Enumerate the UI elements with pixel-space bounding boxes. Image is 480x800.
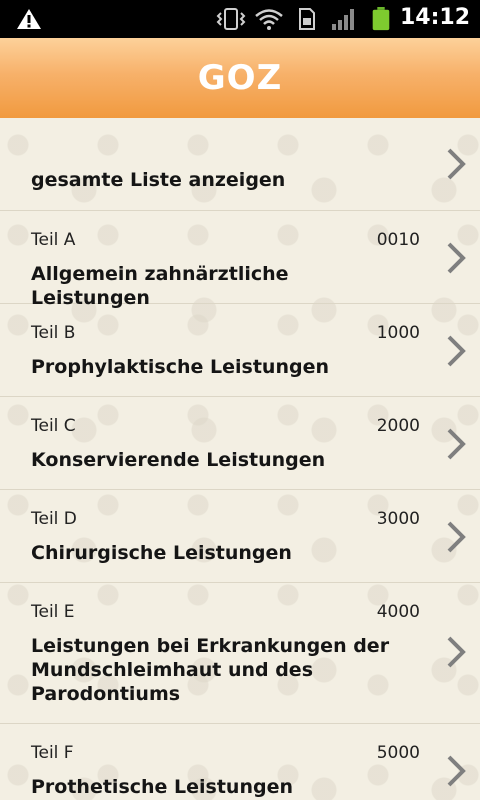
chevron-right-icon — [447, 755, 466, 787]
battery-icon — [372, 7, 390, 31]
chevron-right-icon — [447, 242, 466, 274]
app-header: GOZ — [0, 38, 480, 118]
page-title: GOZ — [197, 58, 283, 98]
chevron-right-icon — [447, 148, 466, 180]
sim-icon — [299, 8, 315, 30]
chevron-right-icon — [447, 636, 466, 668]
part-code: 3000 — [376, 509, 420, 529]
clock: 14:12 — [399, 5, 470, 30]
part-code: 2000 — [376, 416, 420, 436]
part-title: Prothetische Leistungen — [31, 776, 294, 798]
part-code: 1000 — [376, 323, 420, 343]
list-item[interactable]: Teil B 1000 Prophylaktische Leistungen — [0, 304, 480, 397]
section-list: gesamte Liste anzeigen Teil A 0010 Allge… — [0, 118, 480, 800]
part-code: 4000 — [376, 602, 420, 622]
list-item[interactable]: Teil F 5000 Prothetische Leistungen — [0, 724, 480, 800]
part-label: Teil B — [31, 323, 76, 343]
part-label: Teil F — [31, 743, 74, 763]
part-title: Allgemein zahnärztliche Leistungen — [31, 263, 289, 309]
status-bar: 14:12 — [0, 0, 480, 38]
part-title: Chirurgische Leistungen — [31, 542, 292, 564]
part-code: 5000 — [376, 743, 420, 763]
part-title: Leistungen bei Erkrankungen der Mundschl… — [31, 635, 390, 705]
part-label: Teil D — [31, 509, 77, 529]
signal-icon — [332, 9, 354, 30]
chevron-right-icon — [447, 335, 466, 367]
part-label: Teil A — [31, 230, 76, 250]
part-title: Konservierende Leistungen — [31, 449, 326, 471]
chevron-right-icon — [447, 428, 466, 460]
chevron-right-icon — [447, 521, 466, 553]
show-all-row[interactable]: gesamte Liste anzeigen — [0, 118, 480, 211]
list-item[interactable]: Teil E 4000 Leistungen bei Erkrankungen … — [0, 583, 480, 724]
part-code: 0010 — [376, 230, 420, 250]
warning-icon — [17, 9, 41, 29]
wifi-icon — [255, 9, 283, 30]
list-item[interactable]: Teil C 2000 Konservierende Leistungen — [0, 397, 480, 490]
part-title: Prophylaktische Leistungen — [31, 356, 329, 378]
show-all-label: gesamte Liste anzeigen — [31, 169, 286, 191]
part-label: Teil E — [31, 602, 75, 622]
list-item[interactable]: Teil D 3000 Chirurgische Leistungen — [0, 490, 480, 583]
vibrate-icon — [216, 8, 246, 30]
list-item[interactable]: Teil A 0010 Allgemein zahnärztliche Leis… — [0, 211, 480, 309]
part-label: Teil C — [31, 416, 76, 436]
